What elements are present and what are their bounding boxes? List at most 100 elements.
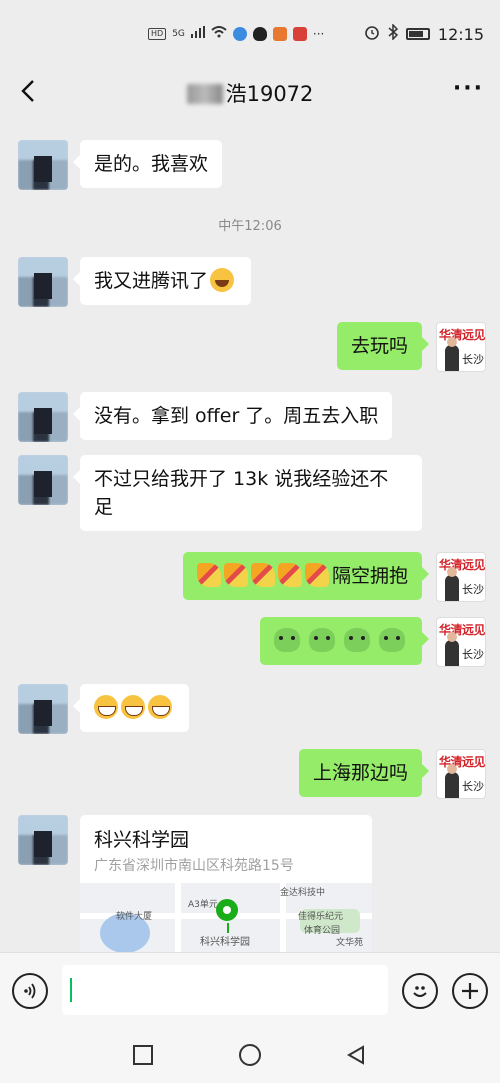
wifi-icon — [211, 26, 227, 41]
message-text: 我又进腾讯了 — [94, 270, 209, 292]
recent-apps-icon — [133, 1045, 153, 1065]
message-bubble-incoming[interactable] — [73, 684, 189, 732]
contact-avatar[interactable] — [18, 257, 68, 307]
avatar-person — [445, 567, 459, 601]
chat-title-text: 浩19072 — [225, 82, 314, 106]
alarm-icon — [364, 24, 380, 44]
party-popper-emoji — [223, 563, 248, 587]
signal-icon — [190, 26, 205, 41]
avatar-sub-text: 长沙 — [462, 353, 484, 366]
contact-avatar[interactable] — [18, 815, 68, 865]
text-caret — [70, 978, 72, 1002]
message-bubble-outgoing[interactable]: 上海那边吗 — [298, 749, 430, 797]
avatar-person — [445, 764, 459, 798]
party-popper-emoji — [196, 563, 221, 587]
hd-badge: HD — [148, 27, 167, 40]
map-label: 金达科技中 — [280, 888, 326, 898]
message-bubble-outgoing[interactable]: 去玩吗 — [336, 322, 430, 370]
message-text: 去玩吗 — [350, 335, 408, 357]
contact-avatar[interactable] — [18, 684, 68, 734]
avatar-sub-text: 长沙 — [462, 583, 484, 596]
map-label: 体育公园 — [304, 926, 341, 936]
network-label: 5G — [172, 28, 185, 39]
contact-avatar[interactable] — [18, 455, 68, 505]
message-input[interactable] — [62, 965, 388, 1015]
home-icon — [239, 1044, 261, 1066]
home-button[interactable] — [236, 1041, 264, 1069]
map-label: 文华苑 — [336, 938, 364, 948]
party-popper-emoji — [250, 563, 275, 587]
penguin-icon — [252, 26, 267, 41]
avatar-brand-text: 华清远见 — [439, 755, 486, 769]
chat-header: 浩19072 ··· — [0, 70, 500, 112]
voice-button[interactable] — [12, 973, 48, 1009]
grin-emoji — [121, 695, 145, 719]
location-map[interactable]: 金达科技中 A3单元 软件大厦 佳得乐纪元 体育公园 文华苑 科兴科学园 — [80, 883, 372, 952]
map-pin-icon — [216, 899, 238, 933]
map-label: 佳得乐纪元 — [298, 912, 344, 922]
avatar-sub-text: 长沙 — [462, 780, 484, 793]
back-icon — [346, 1045, 364, 1065]
app-icon — [232, 26, 247, 41]
message-text: 上海那边吗 — [312, 762, 408, 784]
frog-emoji — [344, 628, 370, 652]
voice-icon — [24, 983, 36, 999]
grin-emoji — [148, 695, 172, 719]
system-nav-bar — [0, 1027, 500, 1083]
self-avatar[interactable]: 华清远见 长沙 — [436, 617, 486, 667]
frog-emoji — [379, 628, 405, 652]
message-bubble-incoming[interactable]: 是的。我喜欢 — [72, 140, 223, 188]
contact-avatar[interactable] — [18, 392, 68, 442]
back-nav-button[interactable] — [342, 1041, 370, 1069]
message-bubble-outgoing[interactable]: 隔空拥抱 — [182, 552, 430, 600]
avatar-brand-text: 华清远见 — [439, 623, 486, 637]
location-address: 广东省深圳市南山区科苑路15号 — [94, 858, 294, 874]
avatar-brand-text: 华清远见 — [439, 328, 486, 342]
status-icons-left: HD 5G ··· — [148, 26, 324, 41]
self-avatar[interactable]: 华清远见 长沙 — [436, 749, 486, 799]
message-text: 隔空拥抱 — [331, 565, 408, 587]
avatar-brand-text: 华清远见 — [439, 558, 486, 572]
more-dots-icon: ··· — [452, 76, 484, 101]
party-popper-emoji — [304, 563, 329, 587]
timestamp: 中午12:06 — [218, 219, 282, 234]
plus-button[interactable] — [452, 973, 488, 1009]
laughing-tears-emoji — [210, 268, 235, 292]
more-dots-icon: ··· — [312, 26, 325, 41]
smiley-icon — [413, 986, 427, 997]
message-bubble-incoming[interactable]: 不过只给我开了 13k 说我经验还不 足 — [73, 455, 422, 531]
party-popper-emoji — [277, 563, 302, 587]
contact-avatar[interactable] — [18, 140, 68, 190]
message-text-line: 足 — [94, 496, 114, 518]
avatar-person — [445, 337, 459, 371]
message-bubble-incoming[interactable]: 我又进腾讯了 — [72, 257, 252, 305]
bluetooth-icon — [388, 23, 398, 44]
message-text: 没有。拿到 offer 了。周五去入职 — [94, 405, 379, 427]
plus-icon — [462, 983, 478, 999]
self-avatar[interactable]: 华清远见 长沙 — [436, 322, 486, 372]
more-button[interactable]: ··· — [453, 76, 484, 101]
map-label: A3单元 — [188, 900, 218, 910]
input-bar — [0, 952, 500, 1027]
map-label: 科兴科学园 — [200, 937, 250, 948]
location-card[interactable]: 科兴科学园 广东省深圳市南山区科苑路15号 金达科技中 A3单元 软件大厦 佳得… — [80, 815, 372, 952]
self-avatar[interactable]: 华清远见 长沙 — [436, 552, 486, 602]
frog-emoji — [274, 628, 300, 652]
message-list[interactable]: 是的。我喜欢 中午12:06 我又进腾讯了 华清远见 长沙 去玩吗 没有。拿到 … — [0, 112, 500, 952]
frog-emoji — [309, 628, 335, 652]
message-text-line: 不过只给我开了 13k 说我经验还不 — [94, 468, 389, 490]
blurred-name — [186, 84, 223, 104]
status-icons-right: 12:15 — [364, 23, 484, 44]
message-bubble-outgoing[interactable] — [260, 617, 429, 665]
battery-icon — [405, 28, 430, 40]
avatar-person — [445, 632, 459, 666]
grin-emoji — [94, 695, 118, 719]
emoji-button[interactable] — [402, 973, 438, 1009]
chat-title: 浩19072 — [0, 78, 500, 108]
game-icon — [272, 26, 287, 41]
map-label: 软件大厦 — [116, 912, 153, 922]
recent-apps-button[interactable] — [129, 1041, 157, 1069]
message-bubble-incoming[interactable]: 没有。拿到 offer 了。周五去入职 — [72, 392, 393, 440]
location-title: 科兴科学园 — [94, 829, 190, 851]
avatar-sub-text: 长沙 — [462, 648, 484, 661]
